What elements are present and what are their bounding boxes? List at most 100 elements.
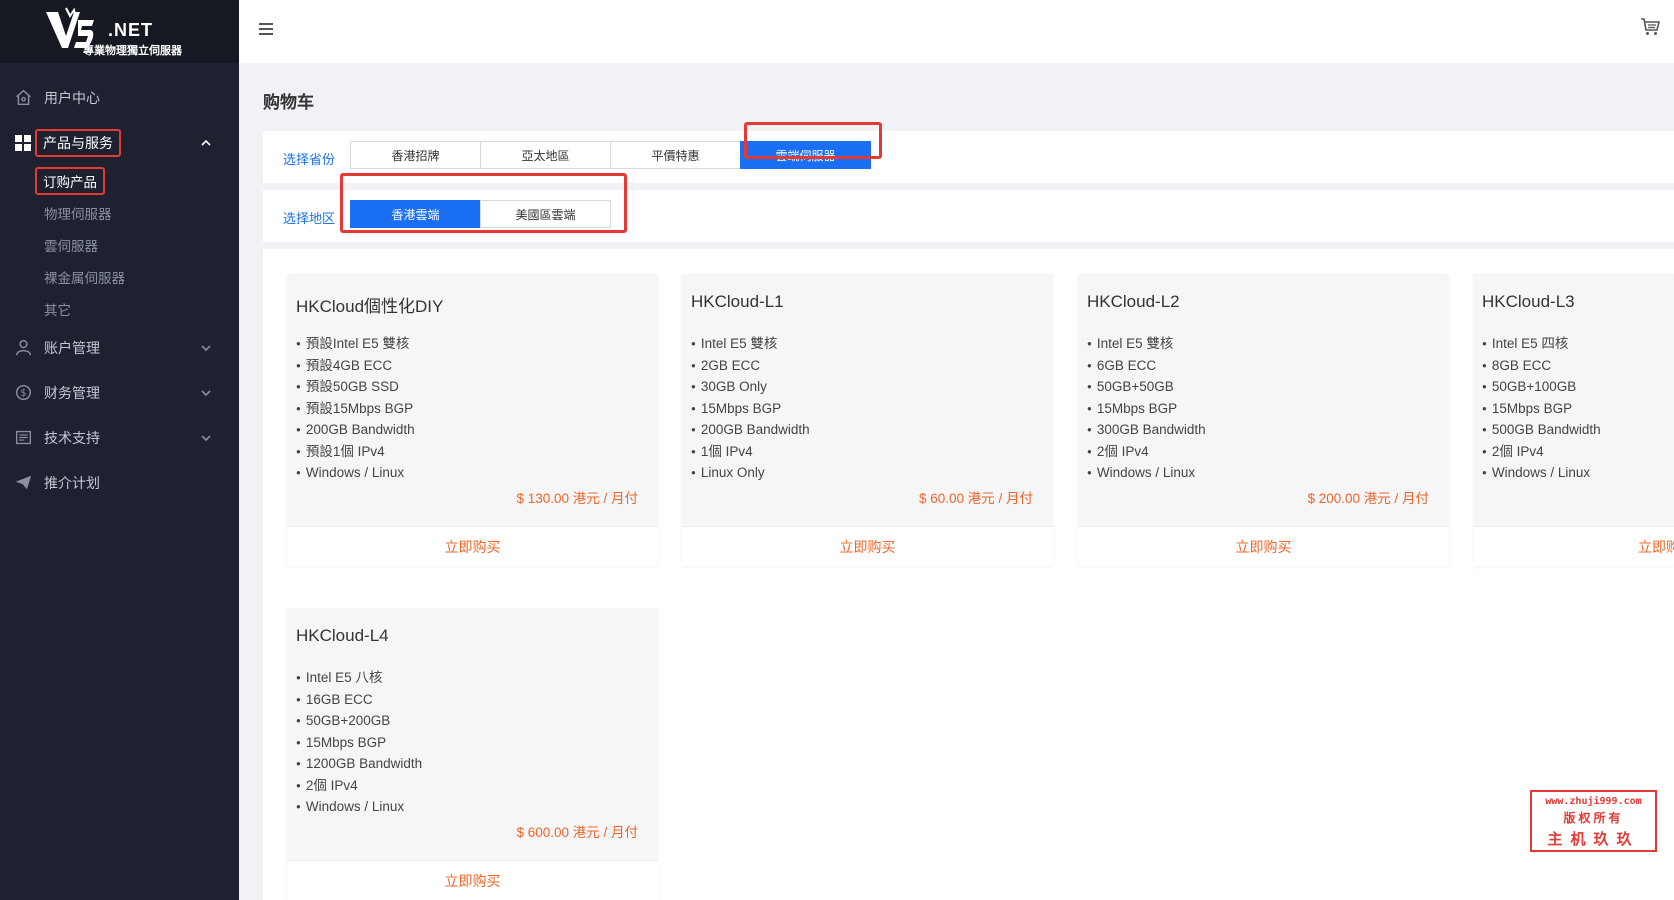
feature-item: Intel E5 雙核 xyxy=(691,334,810,356)
province-option-budget-deals[interactable]: 平價特惠 xyxy=(610,141,741,169)
feature-item: 2個 IPv4 xyxy=(1482,442,1601,464)
sidebar-item-label: 技术支持 xyxy=(44,429,100,446)
logo-tagline: 專業物理獨立伺服器 xyxy=(83,45,182,57)
province-option-cloud-servers[interactable]: 雲端伺服器 xyxy=(740,141,871,169)
region-option-us-cloud[interactable]: 美國區雲端 xyxy=(480,200,611,228)
feature-item: Intel E5 四核 xyxy=(1482,334,1601,356)
sidebar-item-products-services[interactable]: 产品与服务 xyxy=(0,120,239,165)
buy-now-button[interactable]: 立即购买 xyxy=(682,526,1053,566)
province-filter: 选择省份 香港招牌 亞太地區 平價特惠 雲端伺服器 xyxy=(263,131,1674,183)
province-segment: 香港招牌 亞太地區 平價特惠 雲端伺服器 xyxy=(350,141,871,169)
feature-item: 15Mbps BGP xyxy=(691,399,810,421)
sidebar-subitem-label: 物理伺服器 xyxy=(44,207,112,222)
sidebar-item-label: 产品与服务 xyxy=(35,128,121,157)
sidebar-subitem-physical-servers[interactable]: 物理伺服器 xyxy=(0,197,239,229)
feature-item: 15Mbps BGP xyxy=(1482,399,1601,421)
feature-item: Windows / Linux xyxy=(1482,463,1601,485)
feature-item: 2GB ECC xyxy=(691,356,810,378)
sidebar-item-label: 用户中心 xyxy=(44,89,100,106)
feature-item: 15Mbps BGP xyxy=(296,733,422,755)
sidebar-subitem-cloud-servers[interactable]: 雲伺服器 xyxy=(0,229,239,261)
product-grid: HKCloud個性化DIY 預設Intel E5 雙核 預設4GB ECC 預設… xyxy=(263,249,1674,900)
send-icon xyxy=(14,474,32,492)
product-features: Intel E5 雙核 2GB ECC 30GB Only 15Mbps BGP… xyxy=(691,334,810,485)
svg-text:$: $ xyxy=(20,388,26,399)
product-card: HKCloud-L4 Intel E5 八核 16GB ECC 50GB+200… xyxy=(287,608,658,900)
sidebar-subitem-other[interactable]: 其它 xyxy=(0,293,239,325)
chevron-down-icon xyxy=(201,389,211,396)
watermark-copyright: 版权所有 xyxy=(1563,811,1624,825)
region-segment: 香港雲端 美國區雲端 xyxy=(350,200,611,228)
grid-icon xyxy=(14,134,32,152)
sidebar-item-support[interactable]: 技术支持 xyxy=(0,415,239,460)
chevron-down-icon xyxy=(201,344,211,351)
buy-now-label: 立即购买 xyxy=(1638,538,1674,555)
product-card: HKCloud-L1 Intel E5 雙核 2GB ECC 30GB Only… xyxy=(682,274,1053,566)
feature-item: 預設Intel E5 雙核 xyxy=(296,334,415,356)
sidebar-item-label: 推介计划 xyxy=(44,474,100,491)
feature-item: 2個 IPv4 xyxy=(1087,442,1206,464)
sidebar-subitem-order-products[interactable]: 订购产品 xyxy=(0,165,239,197)
feature-item: 6GB ECC xyxy=(1087,356,1206,378)
product-price: $ 600.00 港元 / 月付 xyxy=(516,825,638,840)
logo-text: .NET xyxy=(108,20,154,40)
feature-item: 300GB Bandwidth xyxy=(1087,420,1206,442)
feature-item: 16GB ECC xyxy=(296,690,422,712)
watermark-site-name: 主机玖玖 xyxy=(1547,830,1640,848)
feature-item: 50GB+200GB xyxy=(296,711,422,733)
sidebar-item-label: 财务管理 xyxy=(44,384,100,401)
sidebar-item-label: 账户管理 xyxy=(44,339,100,356)
product-card: HKCloud-L2 Intel E5 雙核 6GB ECC 50GB+50GB… xyxy=(1078,274,1449,566)
region-filter-label: 选择地区 xyxy=(283,211,336,226)
sidebar-item-referral[interactable]: 推介计划 xyxy=(0,460,239,505)
chevron-up-icon xyxy=(201,139,211,146)
sidebar-item-account[interactable]: 账户管理 xyxy=(0,325,239,370)
user-icon xyxy=(14,339,32,357)
feature-item: 15Mbps BGP xyxy=(1087,399,1206,421)
feature-item: 200GB Bandwidth xyxy=(691,420,810,442)
feature-item: 2個 IPv4 xyxy=(296,776,422,798)
product-name: HKCloud-L3 xyxy=(1482,292,1575,311)
cart-icon[interactable] xyxy=(1640,17,1660,37)
sidebar-item-finance[interactable]: $ 财务管理 xyxy=(0,370,239,415)
sidebar-item-user-center[interactable]: 用户中心 xyxy=(0,75,239,120)
feature-item: Windows / Linux xyxy=(296,463,415,485)
feature-item: 預設15Mbps BGP xyxy=(296,399,415,421)
product-price: $ 200.00 港元 / 月付 xyxy=(1307,491,1429,506)
buy-now-button[interactable]: 立即购买 xyxy=(1473,526,1674,566)
feature-item: 1個 IPv4 xyxy=(691,442,810,464)
feature-item: Intel E5 雙核 xyxy=(1087,334,1206,356)
product-price: $ 60.00 港元 / 月付 xyxy=(918,491,1033,506)
product-name: HKCloud-L4 xyxy=(296,626,389,645)
feature-item: 50GB+100GB xyxy=(1482,377,1601,399)
product-features: Intel E5 四核 8GB ECC 50GB+100GB 15Mbps BG… xyxy=(1482,334,1601,485)
buy-now-button[interactable]: 立即购买 xyxy=(287,860,658,900)
copyright-watermark: www.zhuji999.com 版权所有 主机玖玖 xyxy=(1530,790,1657,852)
feature-item: Linux Only xyxy=(691,463,810,485)
hamburger-icon[interactable] xyxy=(257,20,275,38)
sidebar-subitem-bare-metal[interactable]: 裸金属伺服器 xyxy=(0,261,239,293)
province-filter-label: 选择省份 xyxy=(283,152,336,167)
buy-now-button[interactable]: 立即购买 xyxy=(287,526,658,566)
sidebar-subitem-label: 其它 xyxy=(44,303,71,318)
product-features: Intel E5 八核 16GB ECC 50GB+200GB 15Mbps B… xyxy=(296,668,422,819)
buy-now-button[interactable]: 立即购买 xyxy=(1078,526,1449,566)
feature-item: 30GB Only xyxy=(691,377,810,399)
feature-item: 預設4GB ECC xyxy=(296,356,415,378)
ticket-icon xyxy=(14,429,32,447)
province-option-hk-signature[interactable]: 香港招牌 xyxy=(350,141,481,169)
sidebar-subitem-label: 雲伺服器 xyxy=(44,239,98,254)
brand-logo[interactable]: .NET 專業物理獨立伺服器 xyxy=(0,0,239,63)
feature-item: 500GB Bandwidth xyxy=(1482,420,1601,442)
product-price: $ 130.00 港元 / 月付 xyxy=(516,491,638,506)
product-name: HKCloud-L2 xyxy=(1087,292,1180,311)
region-option-hk-cloud[interactable]: 香港雲端 xyxy=(350,200,481,228)
sidebar-nav: 用户中心 产品与服务 订购产品 物理伺服器 雲伺服器 裸金属伺服器 其它 账户管… xyxy=(0,63,239,505)
top-bar xyxy=(239,0,1674,63)
product-name: HKCloud-L1 xyxy=(691,292,784,311)
main-content: 购物车 选择省份 香港招牌 亞太地區 平價特惠 雲端伺服器 选择地区 香港雲端 … xyxy=(239,63,1674,900)
product-features: 預設Intel E5 雙核 預設4GB ECC 預設50GB SSD 預設15M… xyxy=(296,334,415,485)
province-option-asia-pacific[interactable]: 亞太地區 xyxy=(480,141,611,169)
product-features: Intel E5 雙核 6GB ECC 50GB+50GB 15Mbps BGP… xyxy=(1087,334,1206,485)
page-title: 购物车 xyxy=(263,93,314,112)
